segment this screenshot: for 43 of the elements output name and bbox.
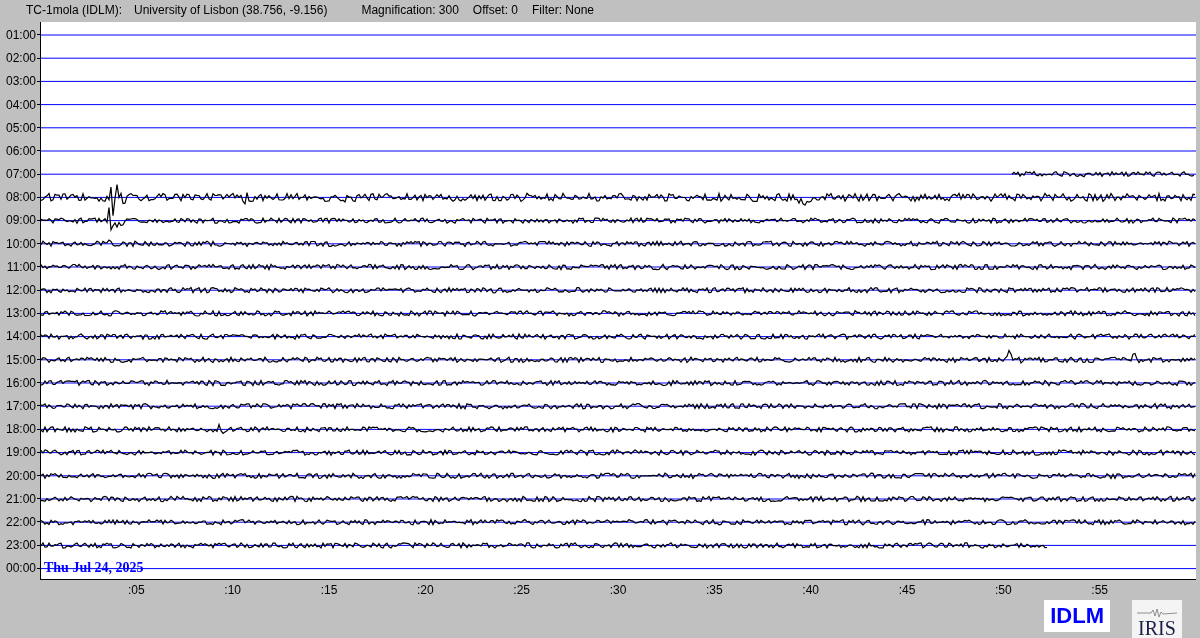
hour-label: 08:00 (5, 190, 36, 205)
hour-label: 05:00 (5, 120, 36, 135)
station-name: TC-1mola (IDLM): (26, 3, 122, 17)
minute-label: :50 (995, 583, 1012, 597)
station-location: University of Lisbon (38.756, -9.156) (134, 3, 328, 17)
hour-label: 11:00 (6, 259, 36, 274)
hour-label: 03:00 (5, 74, 36, 89)
hour-label: 21:00 (5, 491, 36, 506)
hour-label: 18:00 (5, 422, 36, 437)
idlm-logo: IDLM (1044, 600, 1110, 632)
hour-label: 19:00 (5, 445, 36, 460)
minute-label: :30 (609, 583, 627, 597)
waveform-icon (1137, 608, 1177, 618)
hour-label: 22:00 (5, 514, 36, 529)
filter-text: Filter: None (532, 3, 595, 17)
hour-label: 14:00 (5, 329, 36, 344)
offset-text: Offset: 0 (472, 3, 518, 17)
hour-label: 20:00 (5, 468, 36, 483)
hour-label: 00:00 (5, 561, 36, 576)
minute-label: :05 (128, 583, 145, 597)
hour-label: 13:00 (5, 306, 36, 321)
minute-label: :15 (320, 583, 338, 597)
magnification-text: Magnification: 300 (361, 3, 459, 17)
minute-label: :40 (802, 583, 819, 597)
hour-label: 07:00 (5, 167, 36, 182)
hour-label: 12:00 (5, 283, 36, 298)
minute-label: :25 (513, 583, 530, 597)
hour-label: 10:00 (5, 236, 36, 251)
minute-label: :35 (706, 583, 723, 597)
iris-logo: IRIS (1132, 600, 1182, 638)
hour-label: 09:00 (5, 213, 36, 228)
hour-label: 01:00 (5, 28, 36, 42)
hour-label: 23:00 (5, 538, 36, 553)
hour-label: 16:00 (5, 375, 36, 390)
minute-label: :45 (898, 583, 916, 597)
hour-label: 17:00 (5, 399, 36, 413)
hour-label: 06:00 (5, 143, 36, 158)
minute-label: :10 (224, 583, 241, 597)
minute-label: :55 (1091, 583, 1108, 597)
hour-label: 02:00 (5, 51, 36, 66)
hour-label: 04:00 (5, 97, 36, 112)
hour-label: 15:00 (5, 352, 36, 367)
minute-label: :20 (417, 583, 434, 597)
